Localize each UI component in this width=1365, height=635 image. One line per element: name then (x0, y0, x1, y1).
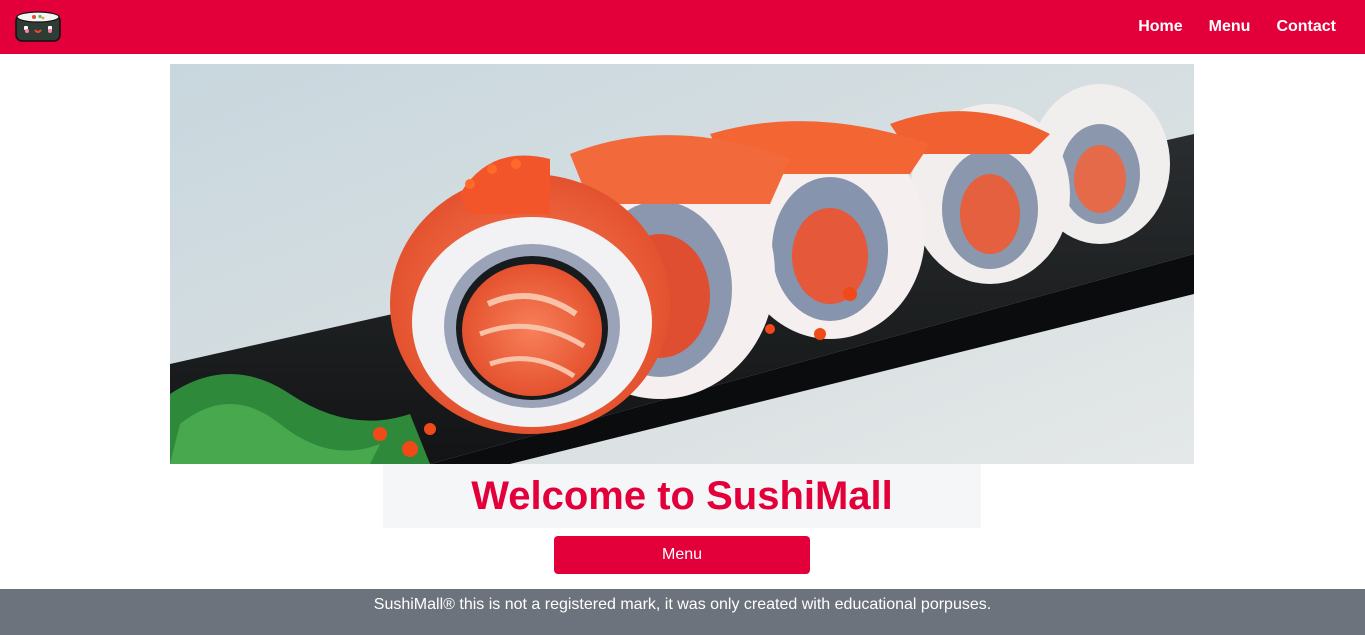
hero-sushi-image (170, 64, 1194, 464)
nav-links: Home Menu Contact (1138, 0, 1336, 54)
footer-disclaimer: SushiMall® this is not a registered mark… (373, 596, 992, 613)
welcome-heading: Welcome to SushiMall (471, 473, 893, 518)
nav-contact-link[interactable]: Contact (1276, 18, 1336, 36)
nav-menu-link[interactable]: Menu (1209, 18, 1251, 36)
welcome-banner: Welcome to SushiMall (383, 464, 981, 528)
sushi-roll-logo-icon[interactable] (14, 11, 62, 43)
navbar: Home Menu Contact (0, 0, 1365, 54)
nav-home-link[interactable]: Home (1138, 18, 1182, 36)
footer: SushiMall® this is not a registered mark… (0, 589, 1365, 635)
menu-button[interactable]: Menu (554, 536, 810, 574)
